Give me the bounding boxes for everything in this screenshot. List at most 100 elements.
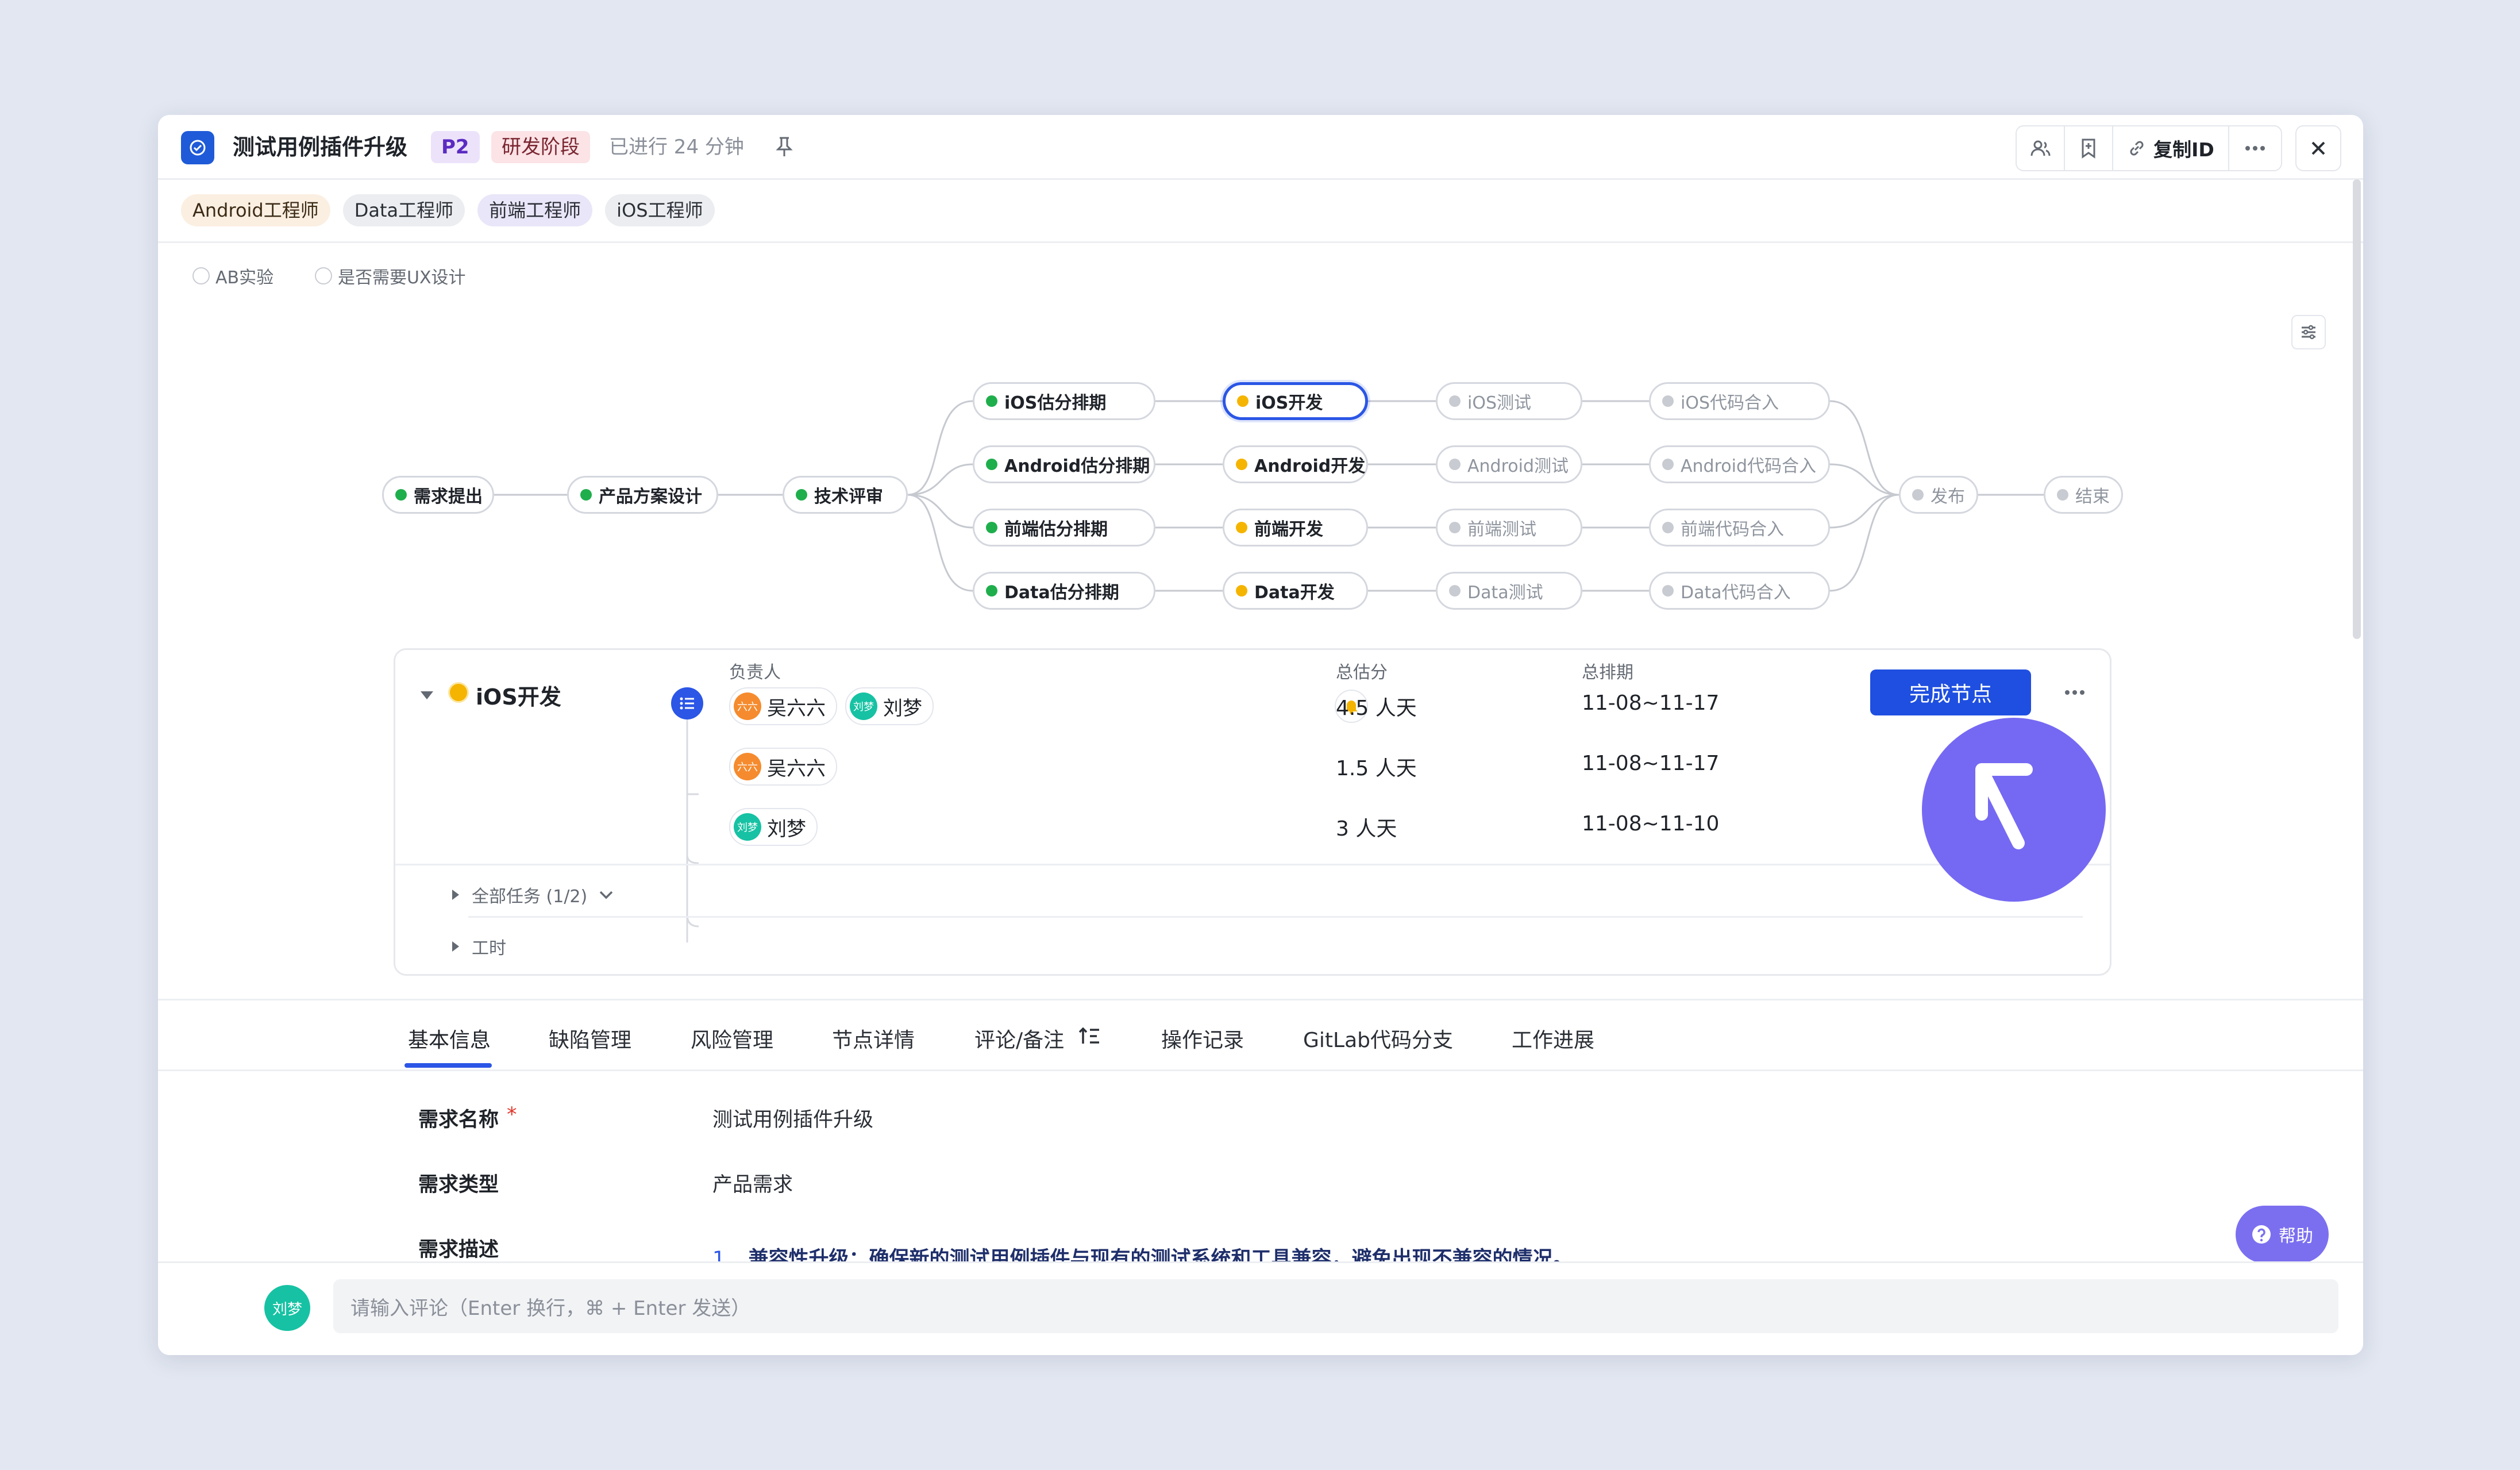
pending-status-icon — [1912, 489, 1924, 501]
flow-node-frontend-estimate[interactable]: 前端估分排期 — [973, 509, 1155, 547]
sort-icon[interactable] — [1078, 1026, 1101, 1048]
pending-status-icon — [1449, 395, 1461, 407]
pending-status-icon — [1662, 585, 1674, 597]
done-status-icon — [986, 585, 997, 597]
pending-status-icon — [2057, 489, 2068, 501]
owner-column-header: 负责人 — [729, 663, 781, 683]
desc-field-label: 需求描述 — [418, 1238, 499, 1261]
flow-node-data-estimate[interactable]: Data估分排期 — [973, 572, 1155, 610]
flow-node-data-test[interactable]: Data测试 — [1436, 572, 1582, 610]
flow-node-data-dev[interactable]: Data开发 — [1223, 572, 1368, 610]
in-progress-status-icon — [1236, 585, 1247, 597]
panel-divider — [395, 864, 2110, 865]
table-row: 刘梦 刘梦 — [729, 808, 818, 846]
comment-bar: 刘梦 请输入评论（Enter 换行，⌘ + Enter 发送） — [158, 1261, 2363, 1355]
subtask-list-icon[interactable] — [671, 687, 703, 719]
tab-comments[interactable]: 评论/备注 — [974, 1023, 1064, 1053]
comment-input[interactable]: 请输入评论（Enter 换行，⌘ + Enter 发送） — [333, 1279, 2338, 1333]
pending-status-icon — [1662, 395, 1674, 407]
tab-gitlab-branches[interactable]: GitLab代码分支 — [1303, 1023, 1453, 1053]
desc-field-value[interactable]: 1. 兼容性升级：确保新的测试用例插件与现有的测试系统和工具兼容，避免出现不兼容… — [712, 1242, 1833, 1261]
required-mark: * — [507, 1103, 517, 1126]
in-progress-status-icon — [1237, 395, 1249, 407]
flow-node-data-merge[interactable]: Data代码合入 — [1649, 572, 1830, 610]
pending-status-icon — [1662, 522, 1674, 533]
row-more-icon[interactable] — [2064, 687, 2085, 698]
flow-node-frontend-dev[interactable]: 前端开发 — [1223, 509, 1368, 547]
chevron-down-icon — [599, 891, 613, 899]
done-status-icon — [395, 489, 407, 501]
flow-connectors — [494, 400, 2044, 592]
arrow-cursor-icon — [1975, 763, 2033, 849]
done-status-icon — [986, 395, 997, 407]
flow-node-android-merge[interactable]: Android代码合入 — [1649, 445, 1830, 483]
tab-bar: 基本信息 缺陷管理 风险管理 节点详情 评论/备注 操作记录 GitLab代码分… — [158, 999, 2363, 1071]
complete-node-button[interactable]: 完成节点 — [1870, 669, 2031, 715]
estimate-value: 4.5 人天 — [1336, 696, 1417, 720]
owner-chip[interactable]: 刘梦 刘梦 — [845, 687, 934, 725]
owner-chip[interactable]: 刘梦 刘梦 — [729, 808, 818, 846]
node-detail-panel — [394, 648, 2111, 976]
flow-node-release[interactable]: 发布 — [1899, 476, 1978, 514]
in-progress-status-icon — [1236, 522, 1247, 533]
table-row: 六六 吴六六 — [729, 748, 837, 786]
help-icon — [2252, 1225, 2271, 1244]
in-progress-status-icon — [1236, 459, 1247, 470]
flow-node-android-test[interactable]: Android测试 — [1436, 445, 1582, 483]
pending-status-icon — [1449, 459, 1461, 470]
flow-node-ios-merge[interactable]: iOS代码合入 — [1649, 382, 1830, 420]
tab-work-progress[interactable]: 工作进展 — [1512, 1023, 1594, 1053]
active-tab-underline — [404, 1063, 492, 1068]
tab-defects[interactable]: 缺陷管理 — [549, 1023, 631, 1053]
done-status-icon — [796, 489, 807, 501]
tab-basic-info[interactable]: 基本信息 — [408, 1023, 491, 1053]
avatar: 六六 — [734, 692, 761, 720]
flow-node-android-estimate[interactable]: Android估分排期 — [973, 445, 1155, 483]
schedule-value: 11-08~11-10 — [1582, 812, 1720, 836]
all-tasks-toggle[interactable]: 全部任务 (1/2) — [451, 882, 614, 907]
owner-chip[interactable]: 六六 吴六六 — [729, 748, 837, 786]
flow-node-requirement[interactable]: 需求提出 — [382, 476, 494, 514]
requirement-window: 测试用例插件升级 P2 研发阶段 已进行 24 分钟 复制ID Android工… — [158, 115, 2363, 1355]
table-row: 六六 吴六六 刘梦 刘梦 — [729, 687, 934, 725]
avatar: 刘梦 — [850, 692, 877, 720]
help-button[interactable]: 帮助 — [2236, 1206, 2329, 1263]
schedule-value: 11-08~11-17 — [1582, 752, 1720, 775]
tab-node-details[interactable]: 节点详情 — [832, 1023, 915, 1053]
type-field-value[interactable]: 产品需求 — [712, 1168, 793, 1198]
scrollbar[interactable] — [2353, 179, 2361, 639]
flow-node-product-design[interactable]: 产品方案设计 — [567, 476, 718, 514]
flow-node-frontend-merge[interactable]: 前端代码合入 — [1649, 509, 1830, 547]
name-field-label: 需求名称 * — [418, 1103, 517, 1132]
estimate-value: 3 人天 — [1336, 817, 1397, 841]
in-progress-status-icon — [448, 682, 469, 703]
subtask-tree-lines — [686, 719, 699, 942]
tab-operation-log[interactable]: 操作记录 — [1161, 1023, 1244, 1053]
schedule-column-header: 总排期 — [1582, 663, 1633, 683]
tab-risks[interactable]: 风险管理 — [691, 1023, 773, 1053]
estimate-value: 1.5 人天 — [1336, 757, 1417, 780]
done-status-icon — [580, 489, 592, 501]
flow-node-ios-dev[interactable]: iOS开发 — [1223, 382, 1368, 420]
flow-node-ios-estimate[interactable]: iOS估分排期 — [973, 382, 1155, 420]
avatar: 六六 — [734, 753, 761, 780]
flow-node-tech-review[interactable]: 技术评审 — [783, 476, 908, 514]
estimate-column-header: 总估分 — [1336, 663, 1388, 683]
flow-node-frontend-test[interactable]: 前端测试 — [1436, 509, 1582, 547]
desc-list-text: 兼容性升级：确保新的测试用例插件与现有的测试系统和工具兼容，避免出现不兼容的情况… — [748, 1248, 1573, 1261]
pending-status-icon — [1449, 522, 1461, 533]
flow-node-end[interactable]: 结束 — [2044, 476, 2123, 514]
worktime-toggle[interactable]: 工时 — [451, 934, 506, 959]
avatar: 刘梦 — [264, 1285, 310, 1331]
done-status-icon — [986, 522, 997, 533]
expand-caret-icon — [452, 890, 459, 900]
desc-list-index: 1. — [712, 1248, 732, 1261]
pending-status-icon — [1449, 585, 1461, 597]
collapse-caret-icon[interactable] — [419, 690, 434, 703]
owner-chip[interactable]: 六六 吴六六 — [729, 687, 837, 725]
done-status-icon — [986, 459, 997, 470]
flow-node-ios-test[interactable]: iOS测试 — [1436, 382, 1582, 420]
name-field-value[interactable]: 测试用例插件升级 — [712, 1103, 873, 1133]
pending-status-icon — [1662, 459, 1674, 470]
flow-node-android-dev[interactable]: Android开发 — [1223, 445, 1368, 483]
